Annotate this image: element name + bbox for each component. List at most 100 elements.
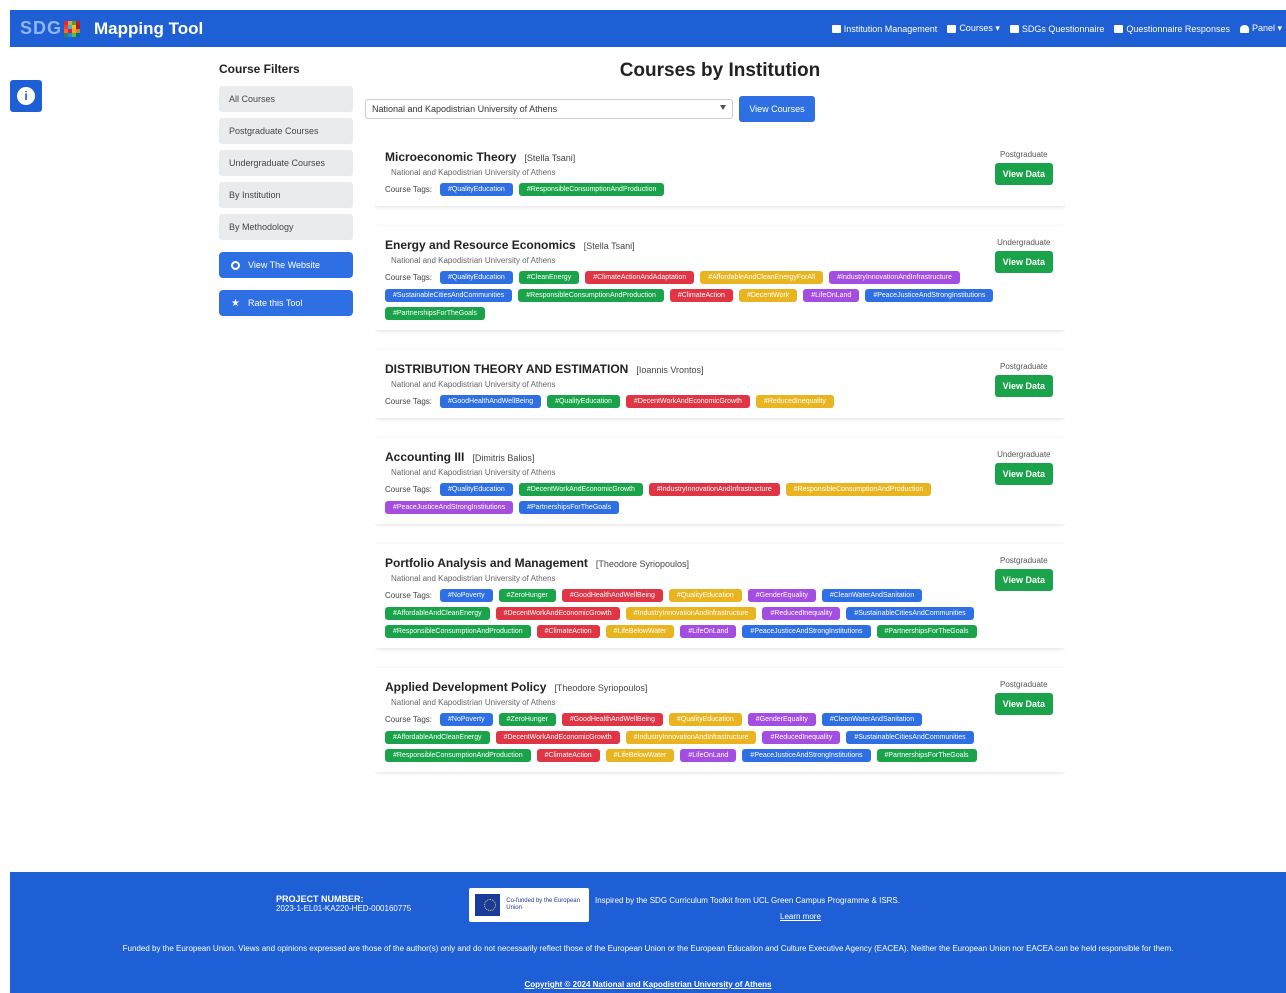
filter-all-courses[interactable]: All Courses	[219, 86, 353, 112]
tags-label: Course Tags:	[385, 715, 432, 724]
course-tag[interactable]: #GoodHealthAndWellBeing	[440, 395, 542, 408]
course-tag[interactable]: #DecentWorkAndEconomicGrowth	[495, 731, 620, 744]
course-tag[interactable]: #QualityEducation	[440, 183, 513, 196]
course-tag[interactable]: #LifeOnLand	[680, 625, 737, 638]
course-tag[interactable]: #ResponsibleConsumptionAndProduction	[518, 183, 665, 196]
course-tag[interactable]: #PeaceJusticeAndStrongInstitutions	[865, 289, 994, 302]
course-tag[interactable]: #SustainableCitiesAndCommunities	[385, 289, 513, 302]
course-tag[interactable]: #ResponsibleConsumptionAndProduction	[785, 483, 932, 496]
course-tag[interactable]: #PeaceJusticeAndStrongInstitutions	[742, 625, 871, 638]
view-data-button[interactable]: View Data	[994, 251, 1053, 273]
filter-undergraduate-courses[interactable]: Undergraduate Courses	[219, 150, 353, 176]
course-tag[interactable]: #GoodHealthAndWellBeing	[561, 589, 663, 602]
nav-courses-dropdown[interactable]: Courses ▾	[947, 23, 1000, 34]
course-tag[interactable]: #QualityEducation	[668, 589, 742, 602]
course-title: Portfolio Analysis and Management [Theodo…	[385, 556, 1055, 570]
course-tag[interactable]: #ZeroHunger	[498, 713, 556, 726]
course-tag[interactable]: #PartnershipsForTheGoals	[385, 307, 486, 320]
nav-sdgs-questionnaire[interactable]: SDGs Questionnaire	[1009, 24, 1104, 34]
view-data-button[interactable]: View Data	[994, 463, 1053, 485]
course-tag[interactable]: #ResponsibleConsumptionAndProduction	[385, 625, 531, 638]
course-tag[interactable]: #CleanWaterAndSanitation	[821, 589, 923, 602]
view-data-button[interactable]: View Data	[994, 569, 1053, 591]
course-tag[interactable]: #ResponsibleConsumptionAndProduction	[518, 289, 664, 302]
course-tag[interactable]: #GoodHealthAndWellBeing	[561, 713, 663, 726]
course-tag[interactable]: #NoPoverty	[440, 713, 493, 726]
filter-by-methodology[interactable]: By Methodology	[219, 214, 353, 240]
learn-more-link[interactable]: Learn more	[780, 912, 821, 921]
institution-select[interactable]: National and Kapodistrian University of …	[365, 99, 733, 119]
view-data-button[interactable]: View Data	[994, 375, 1053, 397]
course-tag[interactable]: #ClimateAction	[536, 625, 600, 638]
course-level: Postgraduate	[1000, 362, 1048, 371]
view-data-button[interactable]: View Data	[994, 693, 1053, 715]
nav-panel-dropdown[interactable]: Panel ▾	[1239, 23, 1282, 34]
course-tag[interactable]: #QualityEducation	[668, 713, 742, 726]
course-university: National and Kapodistrian University of …	[391, 698, 556, 707]
view-courses-button[interactable]: View Courses	[739, 96, 815, 122]
project-label: PROJECT NUMBER:	[276, 894, 364, 904]
course-tag[interactable]: #LifeOnLand	[680, 749, 737, 762]
eu-logo-text: Co-funded by the European Union	[506, 898, 580, 911]
course-tag[interactable]: #DecentWorkAndEconomicGrowth	[495, 607, 620, 620]
course-tag[interactable]: #ClimateAction	[669, 289, 733, 302]
course-tag[interactable]: #QualityEducation	[440, 271, 513, 284]
course-tag[interactable]: #SustainableCitiesAndCommunities	[846, 607, 974, 620]
info-button[interactable]: i	[10, 80, 42, 112]
course-tags: Course Tags: #NoPoverty #ZeroHunger #GoodHe…	[385, 589, 1005, 638]
logo[interactable]: SDG Mapping Tool	[20, 18, 203, 39]
list-icon	[1009, 24, 1019, 33]
course-tags: Course Tags: #QualityEducation #Responsibl…	[385, 183, 1005, 196]
course-tag[interactable]: #AffordableAndCleanEnergy	[385, 731, 490, 744]
course-tag[interactable]: #CleanWaterAndSanitation	[821, 713, 923, 726]
tags-label: Course Tags:	[385, 485, 432, 494]
course-tag[interactable]: #ClimateAction	[536, 749, 600, 762]
course-tag[interactable]: #PartnershipsForTheGoals	[876, 749, 977, 762]
button-label: Rate this Tool	[247, 298, 303, 308]
rate-tool-button[interactable]: ★ Rate this Tool	[219, 290, 353, 316]
course-tag[interactable]: #PartnershipsForTheGoals	[519, 501, 620, 514]
project-info: PROJECT NUMBER: 2023-1-EL01-KA220-HED-00…	[276, 894, 411, 913]
course-tag[interactable]: #ClimateActionAndAdaptation	[585, 271, 695, 284]
view-website-button[interactable]: View The Website	[219, 252, 353, 278]
course-tag[interactable]: #ReducedInequality	[762, 731, 841, 744]
course-university: National and Kapodistrian University of …	[391, 380, 556, 389]
filter-postgraduate-courses[interactable]: Postgraduate Courses	[219, 118, 353, 144]
view-data-button[interactable]: View Data	[994, 163, 1053, 185]
course-tag[interactable]: #PeaceJusticeAndStrongInstitutions	[742, 749, 871, 762]
nav-institution-management[interactable]: Institution Management	[831, 24, 937, 34]
nav-questionnaire-responses[interactable]: Questionnaire Responses	[1114, 24, 1230, 34]
course-tag[interactable]: #ZeroHunger	[498, 589, 556, 602]
course-tag[interactable]: #GenderEquality	[747, 589, 816, 602]
course-university: National and Kapodistrian University of …	[391, 256, 556, 265]
course-tag[interactable]: #LifeOnLand	[803, 289, 860, 302]
course-tag[interactable]: #IndustryInnovationAndInfrastructure	[829, 271, 960, 284]
course-tag[interactable]: #QualityEducation	[547, 395, 620, 408]
course-tag[interactable]: #CleanEnergy	[518, 271, 580, 284]
course-tag[interactable]: #ResponsibleConsumptionAndProduction	[385, 749, 531, 762]
course-tag[interactable]: #PeaceJusticeAndStrongInstitutions	[385, 501, 514, 514]
course-tag[interactable]: #PartnershipsForTheGoals	[876, 625, 977, 638]
course-tag[interactable]: #NoPoverty	[440, 589, 493, 602]
filter-by-institution[interactable]: By Institution	[219, 182, 353, 208]
course-tag[interactable]: #DecentWorkAndEconomicGrowth	[625, 395, 750, 408]
course-actions: Undergraduate View Data	[994, 450, 1053, 485]
brand-title: Mapping Tool	[94, 18, 204, 38]
course-tag[interactable]: #IndustryInnovationAndInfrastructure	[625, 607, 757, 620]
course-tag[interactable]: #LifeBelowWater	[605, 625, 675, 638]
course-tag[interactable]: #LifeBelowWater	[605, 749, 675, 762]
course-tag[interactable]: #GenderEquality	[747, 713, 816, 726]
course-tag[interactable]: #DecentWorkAndEconomicGrowth	[518, 483, 643, 496]
course-tag[interactable]: #AffordableAndCleanEnergyForAll	[700, 271, 824, 284]
course-tag[interactable]: #AffordableAndCleanEnergy	[385, 607, 490, 620]
course-tag[interactable]: #QualityEducation	[440, 483, 513, 496]
course-tag[interactable]: #DecentWork	[738, 289, 798, 302]
course-actions: Postgraduate View Data	[994, 150, 1053, 185]
course-tag[interactable]: #ReducedInequality	[755, 395, 834, 408]
course-tag[interactable]: #IndustryInnovationAndInfrastructure	[625, 731, 757, 744]
course-tag[interactable]: #SustainableCitiesAndCommunities	[846, 731, 974, 744]
copyright-link[interactable]: Copyright © 2024 National and Kapodistri…	[10, 980, 1286, 989]
course-tag[interactable]: #ReducedInequality	[762, 607, 841, 620]
course-tag[interactable]: #IndustryInnovationAndInfrastructure	[648, 483, 780, 496]
eu-disclaimer: Funded by the European Union. Views and …	[122, 944, 1174, 953]
